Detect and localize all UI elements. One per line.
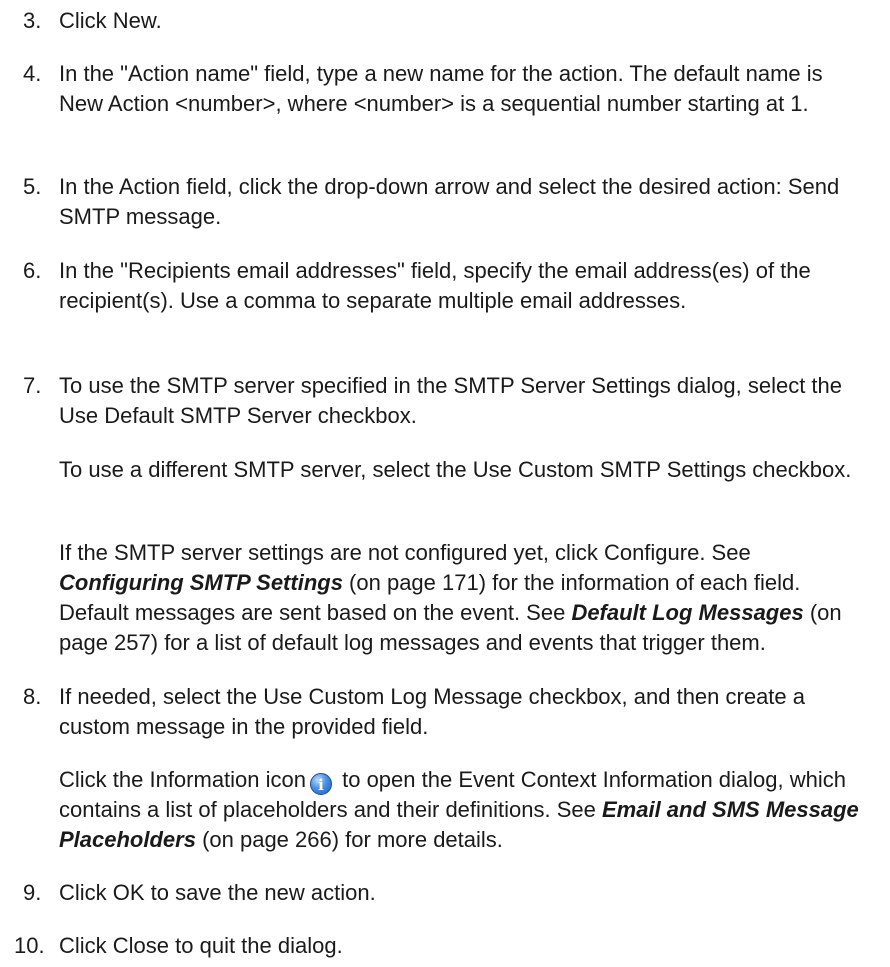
step-number: 8. [23,684,42,709]
step-text: In the Action field, click the drop-down… [59,174,840,229]
paragraph-text: Click the Information icon [59,767,306,792]
step-text: In the "Action name" field, type a new n… [59,61,823,116]
link-configuring-smtp-settings[interactable]: Configuring SMTP Settings [59,570,343,595]
document-page: 3. Click New. 4. In the "Action name" fi… [0,0,890,967]
step-number: 10. [14,933,45,958]
step-text: Click New. [59,8,162,33]
link-default-log-messages[interactable]: Default Log Messages [571,600,803,625]
paragraph-text: If the SMTP server settings are not conf… [59,540,751,565]
step-text: To use the SMTP server specified in the … [59,373,843,428]
step-number: 7. [23,373,42,398]
step-number: 3. [23,8,42,33]
step-number: 6. [23,258,42,283]
step-text: Click OK to save the new action. [59,880,376,905]
step-number: 9. [23,880,42,905]
step-text: In the "Recipients email addresses" fiel… [59,258,811,313]
step-7-paragraph-3: If the SMTP server settings are not conf… [59,538,867,658]
step-8-paragraph-2: Click the Information icon i to open the … [59,765,867,855]
info-icon: i [310,773,332,795]
step-number: 4. [23,61,42,86]
step-7-paragraph-2: To use a different SMTP server, select t… [59,457,852,482]
step-text: Click Close to quit the dialog. [59,933,343,958]
step-text: If needed, select the Use Custom Log Mes… [59,684,806,739]
step-number: 5. [23,174,42,199]
paragraph-text: (on page 266) for more details. [195,827,503,852]
